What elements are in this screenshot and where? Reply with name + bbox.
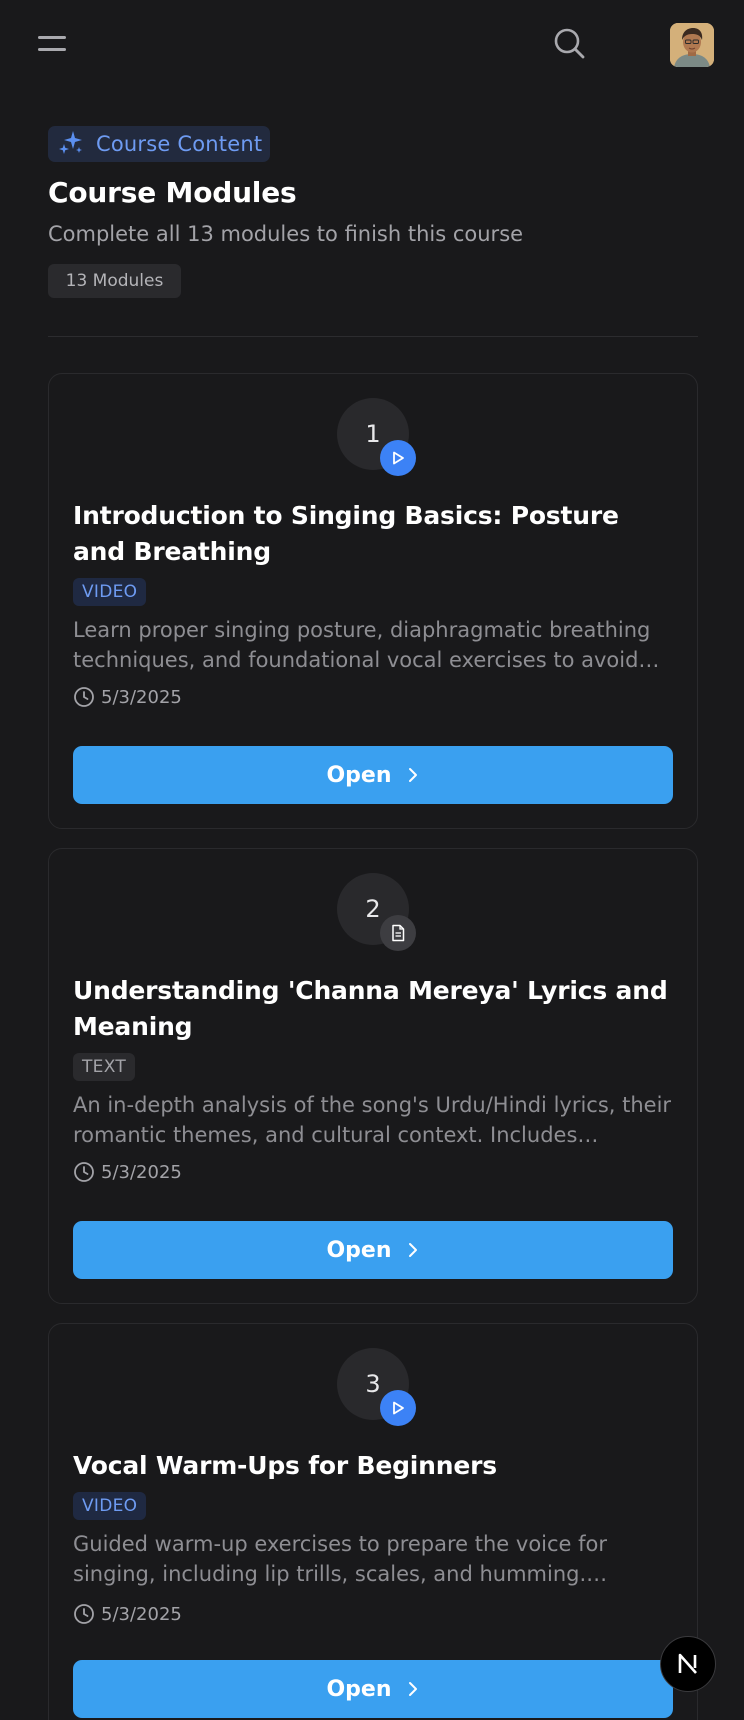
module-card: 3 Vocal Warm-Ups for Beginners VIDEO Gui… xyxy=(48,1323,698,1720)
sparkles-icon xyxy=(58,129,84,159)
module-date-text: 5/3/2025 xyxy=(101,1161,182,1183)
nextjs-badge[interactable] xyxy=(660,1636,716,1692)
n-logo-icon xyxy=(678,1653,697,1674)
module-description: An in-depth analysis of the song's Urdu/… xyxy=(73,1093,672,1147)
module-title: Introduction to Singing Basics: Posture … xyxy=(73,501,619,566)
document-icon xyxy=(380,915,416,951)
open-module-button[interactable]: Open xyxy=(73,746,673,804)
module-description: Learn proper singing posture, diaphragma… xyxy=(73,618,660,672)
module-title: Understanding 'Channa Mereya' Lyrics and… xyxy=(73,976,668,1041)
module-title: Vocal Warm-Ups for Beginners xyxy=(73,1451,497,1480)
module-card: 2 Understanding 'Channa Mereya' Lyrics a… xyxy=(48,848,698,1304)
clock-icon xyxy=(74,687,94,707)
chevron-right-icon xyxy=(408,1682,417,1696)
open-button-label: Open xyxy=(326,1676,392,1702)
top-bar xyxy=(0,0,744,92)
module-date-text: 5/3/2025 xyxy=(101,686,182,708)
module-count-badge: 13 Modules xyxy=(48,264,181,298)
clock-icon xyxy=(74,1162,94,1182)
open-module-button[interactable]: Open xyxy=(73,1221,673,1279)
user-avatar[interactable] xyxy=(670,23,714,67)
module-date: 5/3/2025 xyxy=(73,1602,182,1626)
clock-icon xyxy=(74,1604,94,1624)
menu-icon[interactable] xyxy=(36,30,70,56)
module-date: 5/3/2025 xyxy=(73,685,182,709)
module-date-text: 5/3/2025 xyxy=(101,1603,182,1625)
course-content-badge: Course Content xyxy=(48,126,270,162)
open-button-label: Open xyxy=(326,1237,392,1263)
play-icon xyxy=(380,1390,416,1426)
module-type-tag: VIDEO xyxy=(73,578,147,606)
chevron-right-icon xyxy=(408,1243,417,1257)
open-button-label: Open xyxy=(326,762,392,788)
open-module-button[interactable]: Open xyxy=(73,1660,673,1718)
chevron-right-icon xyxy=(408,768,417,782)
page-title: Course Modules xyxy=(48,176,297,209)
page-subtitle: Complete all 13 modules to finish this c… xyxy=(48,222,524,246)
course-content-label: Course Content xyxy=(96,132,263,156)
search-icon[interactable] xyxy=(552,26,588,62)
module-type-tag: TEXT xyxy=(73,1053,136,1081)
module-date: 5/3/2025 xyxy=(73,1160,182,1184)
divider xyxy=(48,336,698,337)
module-description: Guided warm-up exercises to prepare the … xyxy=(73,1532,608,1586)
module-card: 1 Introduction to Singing Basics: Postur… xyxy=(48,373,698,829)
module-type-tag: VIDEO xyxy=(73,1492,147,1520)
play-icon xyxy=(380,440,416,476)
